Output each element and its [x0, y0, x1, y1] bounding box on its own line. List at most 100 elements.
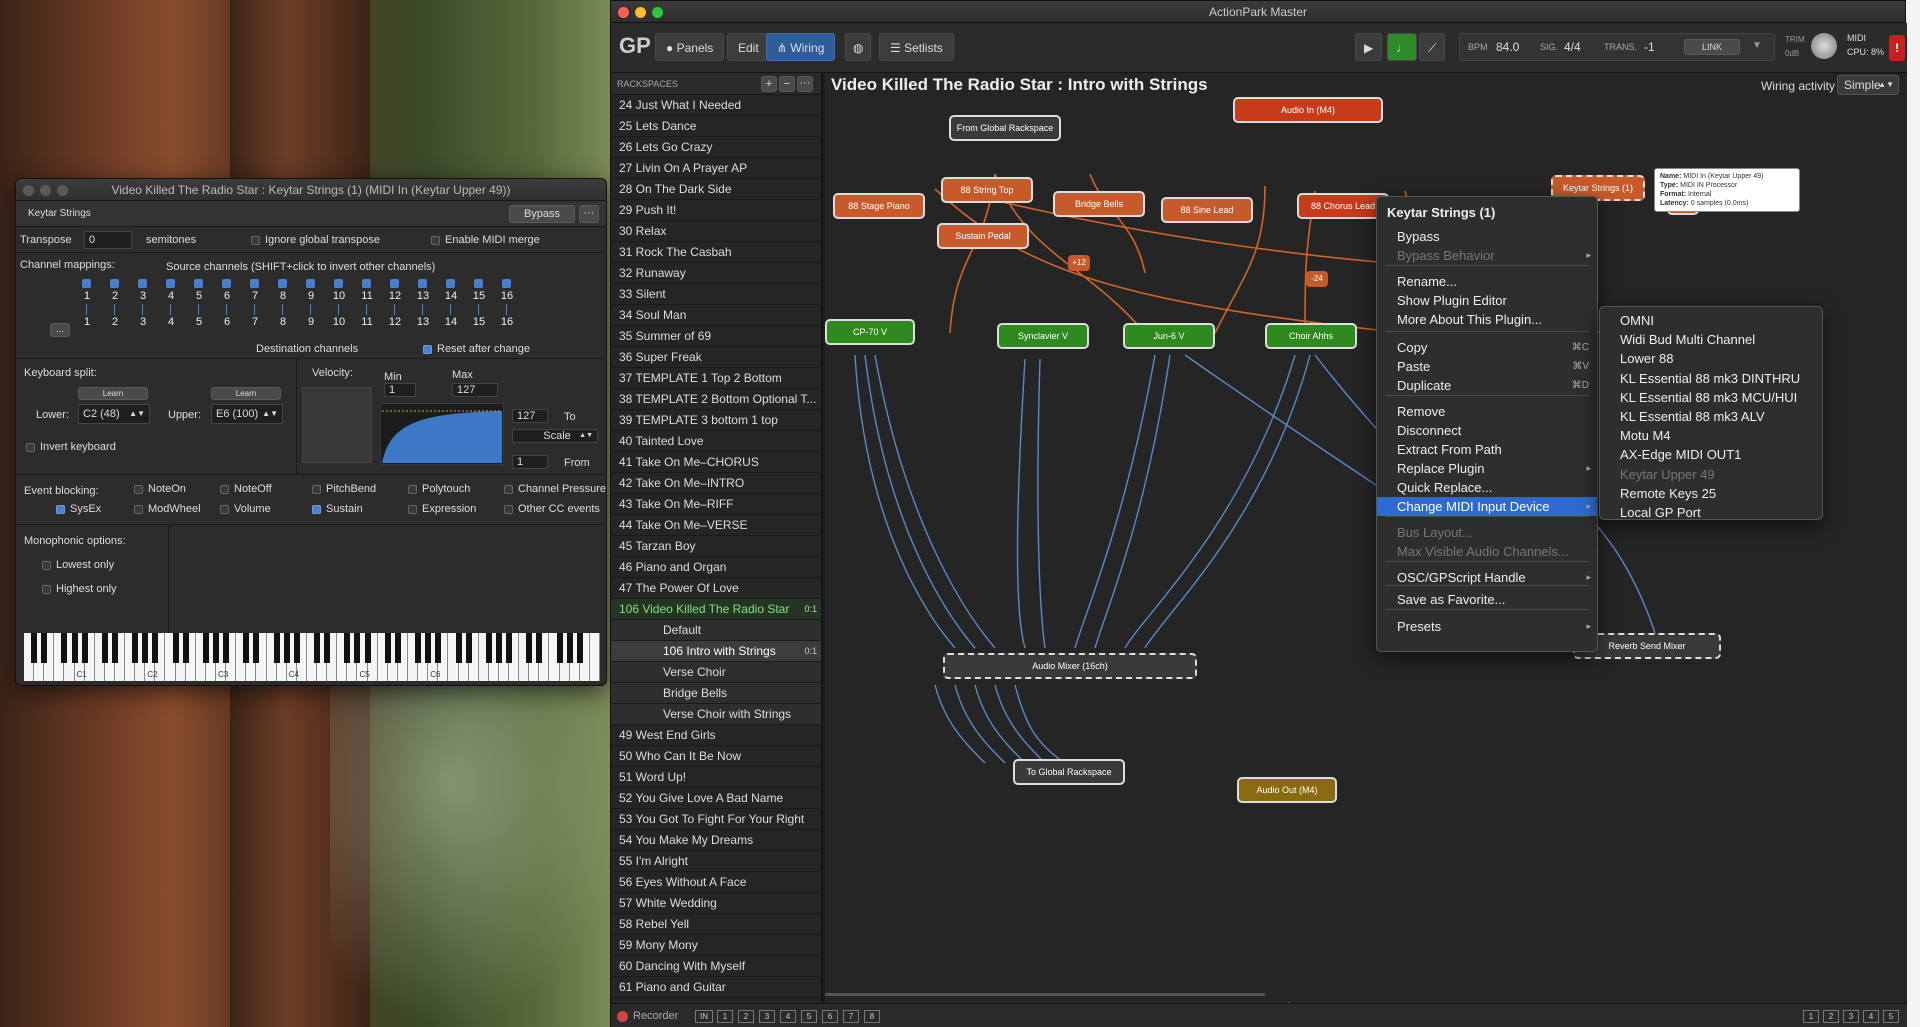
rackspace-item[interactable]: 38 TEMPLATE 2 Bottom Optional T...	[611, 389, 821, 410]
reset-after-change-checkbox[interactable]	[423, 345, 432, 354]
rackspace-item[interactable]: 25 Lets Dance	[611, 116, 821, 137]
node-sine-lead[interactable]: 88 Sine Lead	[1161, 197, 1253, 223]
rackspace-item[interactable]: 53 You Got To Fight For Your Right	[611, 809, 821, 830]
midi-input-option[interactable]: Local GP Port	[1600, 503, 1822, 522]
close-icon[interactable]	[618, 7, 629, 18]
panel-page-button[interactable]: 3	[1843, 1010, 1859, 1023]
panel-page-button[interactable]: 4	[1863, 1010, 1879, 1023]
black-key[interactable]	[41, 633, 48, 663]
black-key[interactable]	[344, 633, 351, 663]
black-key[interactable]	[71, 633, 78, 663]
black-key[interactable]	[223, 633, 230, 663]
node-transpose-minus24[interactable]: -24	[1306, 271, 1328, 287]
ignore-global-transpose-checkbox[interactable]	[251, 236, 260, 245]
node-sustain-pedal[interactable]: Sustain Pedal	[937, 223, 1029, 249]
black-key[interactable]	[142, 633, 149, 663]
variation-item[interactable]: Verse Choir with Strings	[611, 704, 821, 725]
source-channel-checkbox[interactable]	[502, 279, 511, 288]
trans-value[interactable]: -1	[1644, 40, 1655, 54]
black-key[interactable]	[172, 633, 179, 663]
alert-icon[interactable]: !	[1889, 35, 1905, 61]
tab-wiring[interactable]: ⋔ Wiring	[766, 33, 836, 61]
lower-learn-button[interactable]: Learn	[78, 387, 148, 400]
rackspace-item[interactable]: 61 Piano and Guitar	[611, 977, 821, 998]
midi-input-option[interactable]: Remote Keys 25	[1600, 484, 1822, 503]
rackspace-item[interactable]: 39 TEMPLATE 3 bottom 1 top	[611, 410, 821, 431]
tab-setlists[interactable]: ☰ Setlists	[879, 33, 954, 61]
node-choir-ahhs[interactable]: Choir Ahhs	[1265, 323, 1357, 349]
context-menu-item[interactable]: Paste ⌘V	[1377, 357, 1597, 376]
context-menu-item[interactable]: Save as Favorite...	[1377, 590, 1597, 609]
black-key[interactable]	[435, 633, 442, 663]
source-channel-checkbox[interactable]	[418, 279, 427, 288]
page-button[interactable]: 4	[780, 1010, 796, 1023]
page-button[interactable]: 8	[864, 1010, 880, 1023]
event-block-checkbox[interactable]	[504, 505, 513, 514]
rackspace-item[interactable]: 54 You Make My Dreams	[611, 830, 821, 851]
rackspace-item[interactable]: 28 On The Dark Side	[611, 179, 821, 200]
black-key[interactable]	[394, 633, 401, 663]
black-key[interactable]	[253, 633, 260, 663]
event-block-checkbox[interactable]	[312, 505, 321, 514]
page-button[interactable]: 3	[759, 1010, 775, 1023]
black-key[interactable]	[354, 633, 361, 663]
rackspace-item[interactable]: 29 Push It!	[611, 200, 821, 221]
black-key[interactable]	[324, 633, 331, 663]
rackspace-item[interactable]: 52 You Give Love A Bad Name	[611, 788, 821, 809]
tab-edit[interactable]: Edit	[727, 33, 770, 61]
channel-options-button[interactable]: ...	[50, 323, 70, 337]
transpose-input[interactable]: 0	[84, 231, 132, 249]
rackspace-item[interactable]: 57 White Wedding	[611, 893, 821, 914]
rackspace-item[interactable]: 58 Rebel Yell	[611, 914, 821, 935]
event-block-checkbox[interactable]	[312, 485, 321, 494]
black-key[interactable]	[182, 633, 189, 663]
sig-value[interactable]: 4/4	[1564, 40, 1581, 54]
source-channel-checkbox[interactable]	[82, 279, 91, 288]
rackspace-item[interactable]: 47 The Power Of Love	[611, 578, 821, 599]
page-button[interactable]: 7	[843, 1010, 859, 1023]
rackspace-item[interactable]: 26 Lets Go Crazy	[611, 137, 821, 158]
midi-input-option[interactable]: AX-Edge MIDI OUT1	[1600, 445, 1822, 464]
context-menu-item[interactable]: Extract From Path	[1377, 440, 1597, 459]
page-button[interactable]: 1	[717, 1010, 733, 1023]
piano-keyboard[interactable]: C1 C2 C3 C4 C5 C6	[24, 633, 600, 681]
velocity-scale-select[interactable]: Scale ▲▼	[512, 429, 598, 443]
rackspace-item[interactable]: 30 Relax	[611, 221, 821, 242]
velocity-from-input[interactable]: 1	[512, 455, 548, 469]
rackspace-item[interactable]: 43 Take On Me–RIFF	[611, 494, 821, 515]
upper-learn-button[interactable]: Learn	[211, 387, 281, 400]
rackspace-item[interactable]: 35 Summer of 69	[611, 326, 821, 347]
source-channel-checkbox[interactable]	[194, 279, 203, 288]
recorder-in-button[interactable]: IN	[695, 1010, 713, 1023]
rackspace-item[interactable]: 42 Take On Me–INTRO	[611, 473, 821, 494]
black-key[interactable]	[31, 633, 38, 663]
black-key[interactable]	[455, 633, 462, 663]
rackspace-item[interactable]: 46 Piano and Organ	[611, 557, 821, 578]
page-button[interactable]: 6	[822, 1010, 838, 1023]
velocity-min-input[interactable]: 1	[384, 383, 416, 397]
context-menu-item[interactable]: Presets ▸	[1377, 617, 1597, 636]
zoom-icon[interactable]	[652, 7, 663, 18]
midi-input-option[interactable]: Lower 88	[1600, 349, 1822, 368]
canvas-scrollbar[interactable]	[825, 993, 1265, 996]
node-audio-out[interactable]: Audio Out (M4)	[1237, 777, 1337, 803]
context-menu-item[interactable]: Show Plugin Editor	[1377, 291, 1597, 310]
context-menu-item[interactable]: Change MIDI Input Device ▸	[1377, 497, 1597, 516]
trim-knob[interactable]	[1811, 33, 1837, 59]
variation-item[interactable]: 106 Intro with Strings 0:1	[611, 641, 821, 662]
source-channel-checkbox[interactable]	[222, 279, 231, 288]
chevron-down-icon[interactable]: ▼	[1752, 40, 1762, 51]
event-block-checkbox[interactable]	[408, 485, 417, 494]
velocity-to-input[interactable]: 127	[512, 409, 548, 423]
rackspace-item[interactable]: 51 Word Up!	[611, 767, 821, 788]
velocity-curve-graph[interactable]	[380, 403, 504, 465]
context-menu-item[interactable]: More About This Plugin...	[1377, 310, 1597, 329]
rackspace-item[interactable]: 40 Tainted Love	[611, 431, 821, 452]
upper-split-select[interactable]: E6 (100) ▲▼	[211, 404, 283, 424]
black-key[interactable]	[576, 633, 583, 663]
node-string-top[interactable]: 88 String Top	[941, 177, 1033, 203]
event-block-checkbox[interactable]	[504, 485, 513, 494]
rackspace-item[interactable]: 24 Just What I Needed	[611, 95, 821, 116]
black-key[interactable]	[61, 633, 68, 663]
context-menu-item[interactable]: Disconnect	[1377, 421, 1597, 440]
